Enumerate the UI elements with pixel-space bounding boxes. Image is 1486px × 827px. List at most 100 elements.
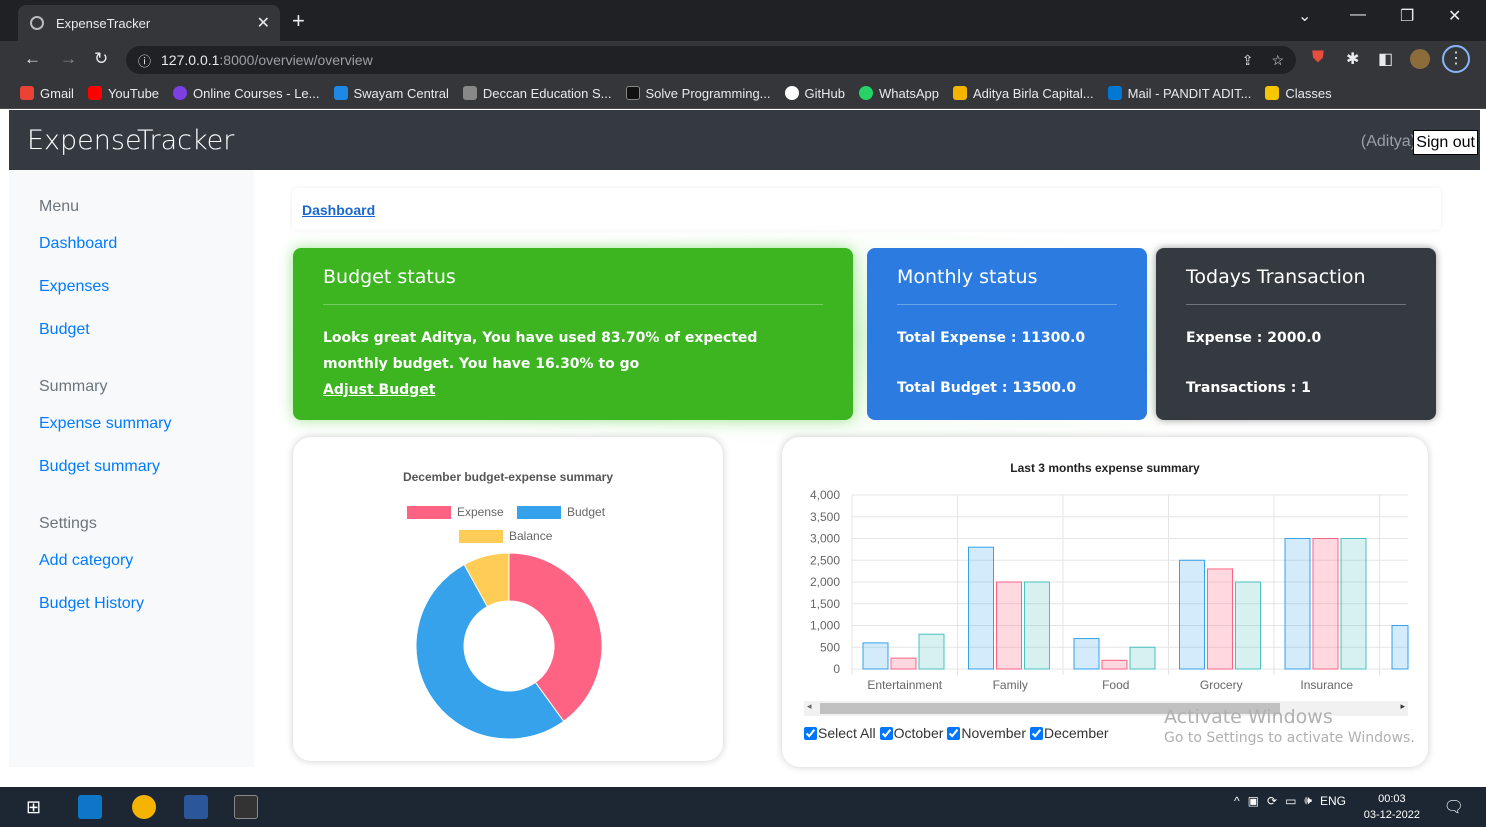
donut-chart[interactable]: [293, 437, 723, 761]
taskbar-clock[interactable]: 00:03 03-12-2022: [1364, 791, 1420, 823]
bar-partial-next-category[interactable]: [1391, 625, 1409, 670]
bar-november-food[interactable]: [1101, 659, 1128, 670]
url-path: :8000/overview/overview: [219, 52, 373, 68]
bookmark-deccan[interactable]: Deccan Education S...: [462, 86, 612, 101]
extensions-puzzle-icon[interactable]: ✱: [1346, 49, 1359, 69]
share-icon[interactable]: ⇪: [1242, 52, 1254, 69]
todays-transaction-title: Todays Transaction: [1186, 266, 1406, 305]
tray-app-icon[interactable]: ▣: [1248, 794, 1259, 808]
tray-volume-icon[interactable]: 🕪: [1304, 793, 1312, 808]
sidebar-item-add-category[interactable]: Add category: [39, 552, 133, 570]
bar-december-grocery[interactable]: [1235, 581, 1261, 670]
filter-select-all[interactable]: Select All: [804, 725, 876, 741]
windows-start-icon[interactable]: ⊞: [26, 795, 50, 819]
breadcrumb-dashboard-link[interactable]: Dashboard: [302, 202, 375, 218]
bar-november-family[interactable]: [996, 581, 1022, 670]
new-tab-icon[interactable]: +: [292, 8, 305, 34]
sidebar-item-dashboard[interactable]: Dashboard: [39, 235, 117, 253]
x-tick-label: Entertainment: [867, 678, 942, 692]
bar-december-insurance[interactable]: [1340, 538, 1367, 670]
sidebar-item-budget[interactable]: Budget: [39, 321, 90, 339]
sign-out-button[interactable]: Sign out: [1413, 130, 1478, 155]
november-checkbox[interactable]: [947, 726, 961, 740]
browser-tab-strip: ExpenseTracker ✕ + ⌄ — ❐ ✕: [0, 0, 1486, 41]
sidebar-item-expenses[interactable]: Expenses: [39, 278, 109, 296]
tray-language[interactable]: ENG: [1320, 794, 1346, 808]
budget-status-card: Budget status Looks great Aditya, You ha…: [293, 248, 853, 420]
today-expense: Expense : 2000.0: [1186, 330, 1322, 346]
brand-logo-text[interactable]: ExpenseTracker: [27, 125, 234, 156]
filter-december[interactable]: December: [1030, 725, 1109, 741]
y-tick-label: 0: [833, 662, 840, 676]
tray-sync-icon[interactable]: ⟳: [1267, 794, 1277, 808]
browser-tab[interactable]: ExpenseTracker ✕: [18, 5, 280, 41]
restore-icon[interactable]: ❐: [1400, 6, 1414, 26]
filter-october[interactable]: October: [879, 725, 943, 741]
info-icon[interactable]: ⓘ: [138, 51, 151, 70]
bookmark-swayam[interactable]: Swayam Central: [333, 86, 449, 101]
profile-avatar[interactable]: [1410, 49, 1430, 69]
sidebar-item-expense-summary[interactable]: Expense summary: [39, 415, 172, 433]
sidebar-item-budget-summary[interactable]: Budget summary: [39, 458, 160, 476]
select-all-checkbox[interactable]: [804, 726, 817, 740]
forward-icon[interactable]: →: [60, 49, 77, 69]
bar-october-entertainment[interactable]: [862, 642, 889, 670]
bar-chart[interactable]: 4,000 3,500 3,000 2,500 2,000 1,500 1,000 500 0 E…: [782, 437, 1428, 699]
extension-shield-icon[interactable]: ⛊: [1312, 49, 1324, 67]
filter-november[interactable]: November: [947, 725, 1026, 741]
url-bar[interactable]: ⓘ 127.0.0.1:8000/overview/overview ⇪ ☆: [126, 46, 1296, 74]
vscode-icon[interactable]: [78, 795, 102, 819]
tab-search-icon[interactable]: ⌄: [1298, 6, 1311, 26]
terminal-icon[interactable]: [234, 795, 258, 819]
x-tick-label: Food: [1102, 678, 1129, 692]
todays-transaction-card: Todays Transaction Expense : 2000.0 Tran…: [1156, 248, 1436, 420]
bar-november-entertainment[interactable]: [890, 657, 917, 670]
bookmark-gmail[interactable]: Gmail: [20, 86, 74, 101]
back-icon[interactable]: ←: [24, 49, 41, 69]
sidepanel-icon[interactable]: ◧: [1378, 49, 1393, 69]
bookmark-star-icon[interactable]: ☆: [1271, 52, 1284, 69]
bookmark-whatsapp[interactable]: WhatsApp: [858, 86, 939, 101]
bookmark-solve-programming[interactable]: Solve Programming...: [625, 86, 771, 101]
bar-october-food[interactable]: [1073, 638, 1100, 670]
system-tray: ^ ▣ ⟳ ▭ 🕪 ENG: [1234, 793, 1346, 808]
bookmark-online-courses[interactable]: Online Courses - Le...: [173, 86, 320, 101]
bar-october-insurance[interactable]: [1284, 538, 1311, 670]
word-icon[interactable]: [184, 795, 208, 819]
x-tick-label: Grocery: [1200, 678, 1243, 692]
bar-november-insurance[interactable]: [1312, 538, 1339, 670]
december-checkbox[interactable]: [1030, 726, 1043, 740]
x-tick-label: Insurance: [1300, 678, 1353, 692]
windows-taskbar: ⊞ ^ ▣ ⟳ ▭ 🕪 ENG 00:03 03-12-2022 🗨: [0, 787, 1486, 827]
sidebar-item-budget-history[interactable]: Budget History: [39, 595, 144, 613]
bar-december-family[interactable]: [1024, 581, 1050, 670]
bookmark-classes[interactable]: Classes: [1265, 86, 1332, 101]
reload-icon[interactable]: ↻: [94, 49, 108, 69]
bookmark-github[interactable]: GitHub: [784, 86, 845, 101]
bar-december-food[interactable]: [1129, 646, 1156, 670]
close-tab-icon[interactable]: ✕: [257, 13, 270, 33]
breadcrumb: Dashboard: [292, 188, 1441, 230]
bookmark-aditya-birla[interactable]: Aditya Birla Capital...: [952, 86, 1094, 101]
more-menu-icon[interactable]: ⋮: [1442, 45, 1470, 73]
scroll-left-icon[interactable]: ◂: [807, 701, 812, 712]
notification-icon[interactable]: 🗨: [1444, 797, 1464, 817]
tab-title: ExpenseTracker: [56, 15, 151, 31]
tray-network-icon[interactable]: ▭: [1285, 794, 1296, 808]
adjust-budget-link[interactable]: Adjust Budget: [323, 382, 435, 398]
tray-expand-icon[interactable]: ^: [1234, 794, 1240, 808]
monthly-status-card: Monthly status Total Expense : 11300.0 T…: [867, 248, 1147, 420]
bar-october-family[interactable]: [968, 546, 994, 670]
y-tick-label: 1,500: [810, 597, 840, 611]
monthly-status-title: Monthly status: [897, 266, 1117, 305]
minimize-icon[interactable]: —: [1350, 6, 1366, 24]
bar-october-grocery[interactable]: [1179, 559, 1205, 670]
october-checkbox[interactable]: [879, 726, 893, 740]
chrome-icon[interactable]: [132, 795, 156, 819]
bookmark-youtube[interactable]: YouTube: [87, 86, 159, 101]
window-close-icon[interactable]: ✕: [1448, 6, 1461, 26]
bar-december-entertainment[interactable]: [918, 633, 945, 670]
bookmark-mail[interactable]: Mail - PANDIT ADIT...: [1107, 86, 1251, 101]
y-tick-label: 3,500: [810, 510, 840, 524]
bar-november-grocery[interactable]: [1207, 568, 1233, 670]
